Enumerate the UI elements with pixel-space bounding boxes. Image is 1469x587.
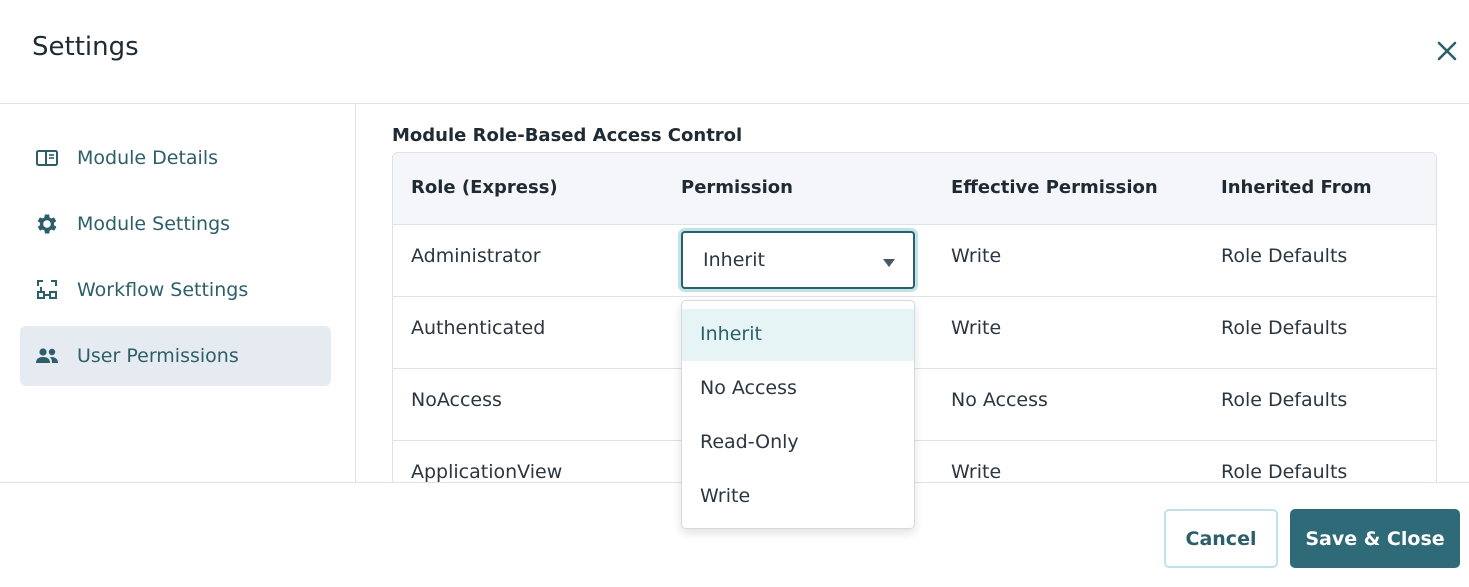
sidebar-item-label: Workflow Settings bbox=[77, 279, 249, 301]
role-cell: NoAccess bbox=[411, 389, 502, 411]
column-header-permission: Permission bbox=[681, 177, 793, 198]
caret-down-icon bbox=[883, 259, 895, 267]
dialog-title: Settings bbox=[32, 32, 139, 62]
inherited-from-cell: Role Defaults bbox=[1221, 245, 1348, 267]
effective-permission-cell: No Access bbox=[951, 389, 1048, 411]
cancel-button[interactable]: Cancel bbox=[1164, 509, 1278, 568]
role-cell: Administrator bbox=[411, 245, 541, 267]
role-cell: ApplicationView bbox=[411, 461, 563, 483]
column-header-effective-permission: Effective Permission bbox=[951, 177, 1158, 198]
workflow-icon bbox=[34, 277, 60, 303]
close-icon[interactable] bbox=[1432, 36, 1462, 66]
column-header-role: Role (Express) bbox=[411, 177, 558, 198]
effective-permission-cell: Write bbox=[951, 245, 1002, 267]
inherited-from-cell: Role Defaults bbox=[1221, 461, 1348, 483]
effective-permission-cell: Write bbox=[951, 461, 1002, 483]
dialog-header: Settings bbox=[0, 0, 1469, 104]
sidebar-item-label: Module Details bbox=[77, 147, 218, 169]
permission-dropdown-menu: Inherit No Access Read-Only Write bbox=[681, 300, 915, 529]
role-cell: Authenticated bbox=[411, 317, 546, 339]
section-title: Module Role-Based Access Control bbox=[392, 125, 743, 146]
effective-permission-cell: Write bbox=[951, 317, 1002, 339]
sidebar-item-user-permissions[interactable]: User Permissions bbox=[20, 326, 331, 386]
sidebar-item-label: Module Settings bbox=[77, 213, 231, 235]
gear-icon bbox=[34, 211, 60, 237]
settings-sidebar: Module Details Module Settings Workflow … bbox=[0, 104, 356, 483]
inherited-from-cell: Role Defaults bbox=[1221, 389, 1348, 411]
dropdown-option-read-only[interactable]: Read-Only bbox=[682, 417, 914, 469]
table-header: Role (Express) Permission Effective Perm… bbox=[393, 153, 1436, 225]
users-icon bbox=[34, 343, 60, 369]
save-and-close-button[interactable]: Save & Close bbox=[1290, 509, 1460, 568]
sidebar-item-workflow-settings[interactable]: Workflow Settings bbox=[20, 260, 331, 320]
sidebar-item-label: User Permissions bbox=[77, 345, 239, 367]
permission-select-value: Inherit bbox=[703, 249, 765, 271]
dropdown-option-no-access[interactable]: No Access bbox=[682, 363, 914, 415]
inherited-from-cell: Role Defaults bbox=[1221, 317, 1348, 339]
dropdown-option-write[interactable]: Write bbox=[682, 471, 914, 523]
sidebar-item-module-details[interactable]: Module Details bbox=[20, 128, 331, 188]
column-header-inherited-from: Inherited From bbox=[1221, 177, 1372, 198]
dropdown-option-inherit[interactable]: Inherit bbox=[682, 309, 914, 361]
panel-icon bbox=[34, 145, 60, 171]
sidebar-item-module-settings[interactable]: Module Settings bbox=[20, 194, 331, 254]
table-row: Administrator Inherit Write Role Default… bbox=[393, 225, 1436, 297]
permission-select[interactable]: Inherit bbox=[681, 231, 915, 289]
